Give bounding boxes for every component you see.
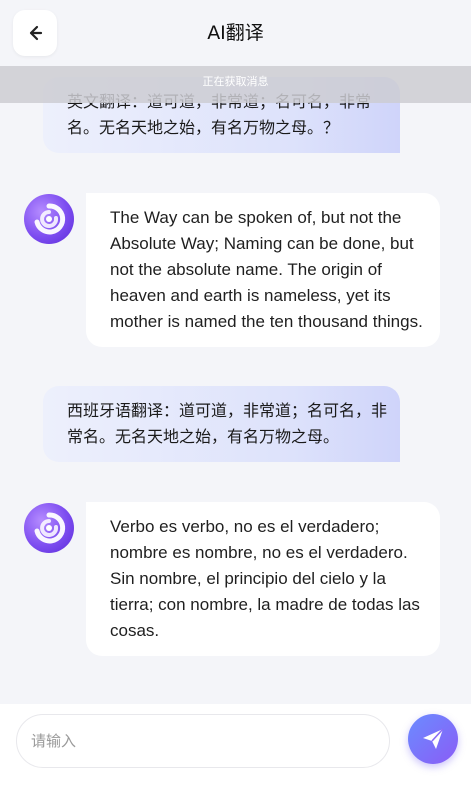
message-input[interactable] — [16, 714, 390, 768]
ai-message-bubble: The Way can be spoken of, but not the Ab… — [86, 193, 440, 347]
ai-message-text: Verbo es verbo, no es el verdadero; nomb… — [110, 517, 420, 640]
send-button[interactable] — [408, 714, 458, 764]
ai-message-bubble: Verbo es verbo, no es el verdadero; nomb… — [86, 502, 440, 656]
ai-avatar — [24, 194, 74, 244]
ai-logo-icon — [34, 512, 66, 544]
app-header: AI翻译 — [0, 0, 471, 66]
user-message-bubble: 西班牙语翻译：道可道，非常道；名可名，非常名。无名天地之始，有名万物之母。 — [43, 386, 400, 462]
loading-status-text: 正在获取消息 — [202, 75, 269, 88]
composer-bar — [0, 704, 471, 791]
send-icon — [423, 728, 444, 749]
user-message-text: 西班牙语翻译：道可道，非常道；名可名，非常名。无名天地之始，有名万物之母。 — [67, 401, 388, 446]
loading-status-bar: 正在获取消息 — [0, 66, 471, 103]
ai-logo-icon — [34, 203, 66, 235]
ai-avatar — [24, 503, 74, 553]
page-title: AI翻译 — [207, 22, 264, 44]
ai-message-text: The Way can be spoken of, but not the Ab… — [110, 208, 423, 331]
